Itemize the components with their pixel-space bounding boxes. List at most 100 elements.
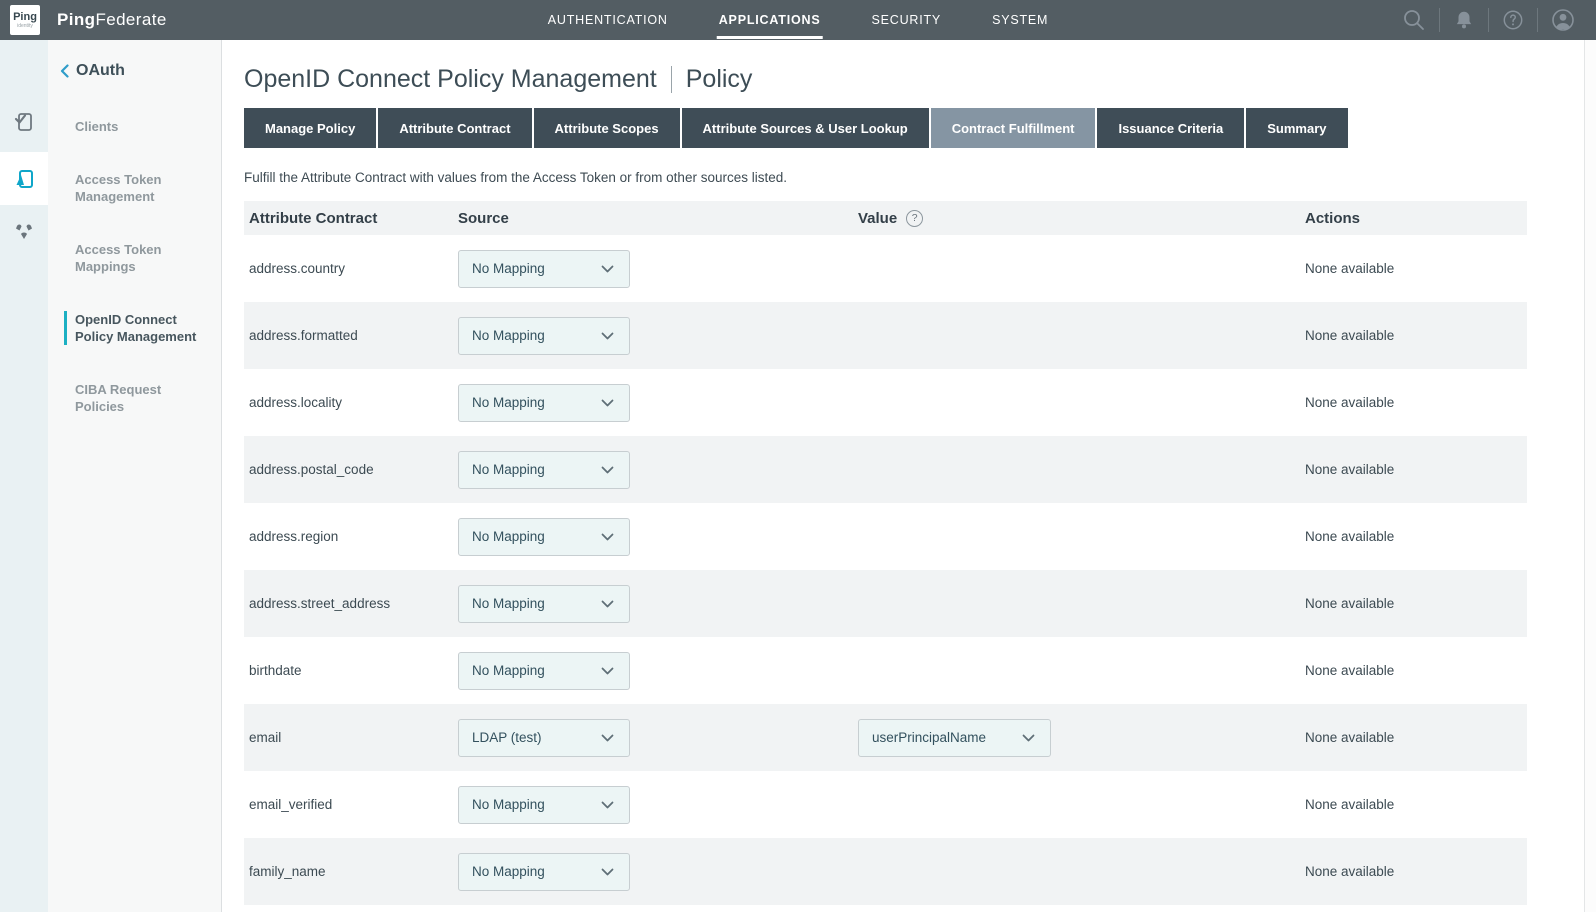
source-dropdown[interactable]: No Mapping xyxy=(458,652,630,690)
access-token-icon[interactable] xyxy=(12,167,36,191)
attribute-name: address.region xyxy=(244,529,458,544)
actions-text: None available xyxy=(1305,462,1527,477)
sidebar-item-access-token-mappings[interactable]: Access Token Mappings xyxy=(64,241,204,275)
source-dropdown-value: No Mapping xyxy=(472,663,545,678)
chevron-down-icon xyxy=(601,265,614,273)
source-dropdown-value: No Mapping xyxy=(472,864,545,879)
value-help-icon[interactable]: ? xyxy=(906,210,923,227)
topbar: Ping identity PingFederate AUTHENTICATIO… xyxy=(0,0,1596,40)
tab-manage-policy[interactable]: Manage Policy xyxy=(244,108,376,148)
oauth-back-link[interactable]: OAuth xyxy=(60,62,221,80)
col-header-actions: Actions xyxy=(1305,210,1527,227)
ping-identity-logo[interactable]: Ping identity xyxy=(10,5,40,35)
table-row: family_name No Mapping None available xyxy=(244,838,1527,905)
sidebar-item-openid-connect-policy-management[interactable]: OpenID Connect Policy Management xyxy=(64,311,204,345)
tab-issuance-criteria[interactable]: Issuance Criteria xyxy=(1097,108,1244,148)
source-dropdown-value: No Mapping xyxy=(472,797,545,812)
source-dropdown[interactable]: No Mapping xyxy=(458,518,630,556)
source-dropdown-value: LDAP (test) xyxy=(472,730,542,745)
topbar-icons xyxy=(1389,0,1588,40)
attribute-name: address.formatted xyxy=(244,328,458,343)
source-dropdown[interactable]: No Mapping xyxy=(458,585,630,623)
top-nav-applications[interactable]: APPLICATIONS xyxy=(717,1,823,39)
col-header-value: Value xyxy=(858,210,897,227)
actions-text: None available xyxy=(1305,596,1527,611)
col-header-attribute-contract: Attribute Contract xyxy=(244,210,458,227)
table-body: address.country No Mapping None availabl… xyxy=(244,235,1527,905)
attribute-name: address.postal_code xyxy=(244,462,458,477)
contract-fulfillment-table: Attribute Contract Source Value ? Action… xyxy=(244,201,1527,905)
app-title: PingFederate xyxy=(57,10,167,30)
actions-text: None available xyxy=(1305,730,1527,745)
clients-icon[interactable] xyxy=(12,110,36,134)
tab-attribute-scopes[interactable]: Attribute Scopes xyxy=(534,108,680,148)
tab-summary[interactable]: Summary xyxy=(1246,108,1347,148)
search-icon[interactable] xyxy=(1389,8,1439,32)
top-nav: AUTHENTICATION APPLICATIONS SECURITY SYSTEM xyxy=(546,0,1051,40)
page-title-main: OpenID Connect Policy Management xyxy=(244,65,657,94)
attribute-name: family_name xyxy=(244,864,458,879)
chevron-down-icon xyxy=(601,332,614,340)
source-dropdown[interactable]: No Mapping xyxy=(458,853,630,891)
value-dropdown-value: userPrincipalName xyxy=(872,730,986,745)
source-dropdown[interactable]: No Mapping xyxy=(458,384,630,422)
table-row: address.locality No Mapping None availab… xyxy=(244,369,1527,436)
chevron-down-icon xyxy=(601,801,614,809)
notifications-bell-icon[interactable] xyxy=(1440,9,1488,31)
source-dropdown[interactable]: No Mapping xyxy=(458,786,630,824)
actions-text: None available xyxy=(1305,261,1527,276)
source-dropdown[interactable]: No Mapping xyxy=(458,250,630,288)
main-content: OpenID Connect Policy Management Policy … xyxy=(222,40,1584,912)
top-nav-system[interactable]: SYSTEM xyxy=(990,1,1050,39)
account-avatar-icon[interactable] xyxy=(1538,8,1588,32)
attribute-name: address.country xyxy=(244,261,458,276)
table-row: address.region No Mapping None available xyxy=(244,503,1527,570)
chevron-down-icon xyxy=(601,533,614,541)
sidebar-item-clients[interactable]: Clients xyxy=(64,118,204,135)
chevron-down-icon xyxy=(601,399,614,407)
col-header-source: Source xyxy=(458,210,858,227)
chevron-down-icon xyxy=(601,600,614,608)
table-row: email_verified No Mapping None available xyxy=(244,771,1527,838)
chevron-down-icon xyxy=(601,466,614,474)
grants-icon[interactable] xyxy=(12,220,36,244)
table-row: address.street_address No Mapping None a… xyxy=(244,570,1527,637)
actions-text: None available xyxy=(1305,797,1527,812)
logo-text: Ping xyxy=(13,12,37,23)
table-row: birthdate No Mapping None available xyxy=(244,637,1527,704)
value-dropdown[interactable]: userPrincipalName xyxy=(858,719,1051,757)
source-dropdown[interactable]: No Mapping xyxy=(458,317,630,355)
sidebar: OAuth Clients Access Token Management Acce… xyxy=(48,40,222,912)
attribute-name: address.street_address xyxy=(244,596,458,611)
icon-rail xyxy=(0,40,48,912)
tab-contract-fulfillment[interactable]: Contract Fulfillment xyxy=(931,108,1096,148)
source-dropdown[interactable]: No Mapping xyxy=(458,451,630,489)
value-help-glyph: ? xyxy=(912,212,918,224)
app-title-rest: Federate xyxy=(95,10,166,29)
chevron-left-icon xyxy=(60,64,69,78)
source-dropdown-value: No Mapping xyxy=(472,596,545,611)
sidebar-section-title: OAuth xyxy=(76,62,125,80)
table-row: address.formatted No Mapping None availa… xyxy=(244,302,1527,369)
sidebar-item-ciba-request-policies[interactable]: CIBA Request Policies xyxy=(64,381,204,415)
source-dropdown-value: No Mapping xyxy=(472,529,545,544)
actions-text: None available xyxy=(1305,529,1527,544)
scrollbar-track[interactable] xyxy=(1584,40,1596,912)
tab-attribute-contract[interactable]: Attribute Contract xyxy=(378,108,531,148)
actions-text: None available xyxy=(1305,663,1527,678)
actions-text: None available xyxy=(1305,328,1527,343)
source-dropdown[interactable]: LDAP (test) xyxy=(458,719,630,757)
sidebar-item-access-token-management[interactable]: Access Token Management xyxy=(64,171,204,205)
tab-bar: Manage PolicyAttribute ContractAttribute… xyxy=(244,108,1584,148)
attribute-name: email_verified xyxy=(244,797,458,812)
tab-attribute-sources-user-lookup[interactable]: Attribute Sources & User Lookup xyxy=(682,108,929,148)
logo-subtext: identity xyxy=(17,24,33,29)
top-nav-security[interactable]: SECURITY xyxy=(869,1,943,39)
page-description: Fulfill the Attribute Contract with valu… xyxy=(244,170,1584,185)
source-dropdown-value: No Mapping xyxy=(472,462,545,477)
top-nav-authentication[interactable]: AUTHENTICATION xyxy=(546,1,670,39)
chevron-down-icon xyxy=(601,667,614,675)
chevron-down-icon xyxy=(601,868,614,876)
help-icon[interactable] xyxy=(1489,9,1537,31)
attribute-name: email xyxy=(244,730,458,745)
